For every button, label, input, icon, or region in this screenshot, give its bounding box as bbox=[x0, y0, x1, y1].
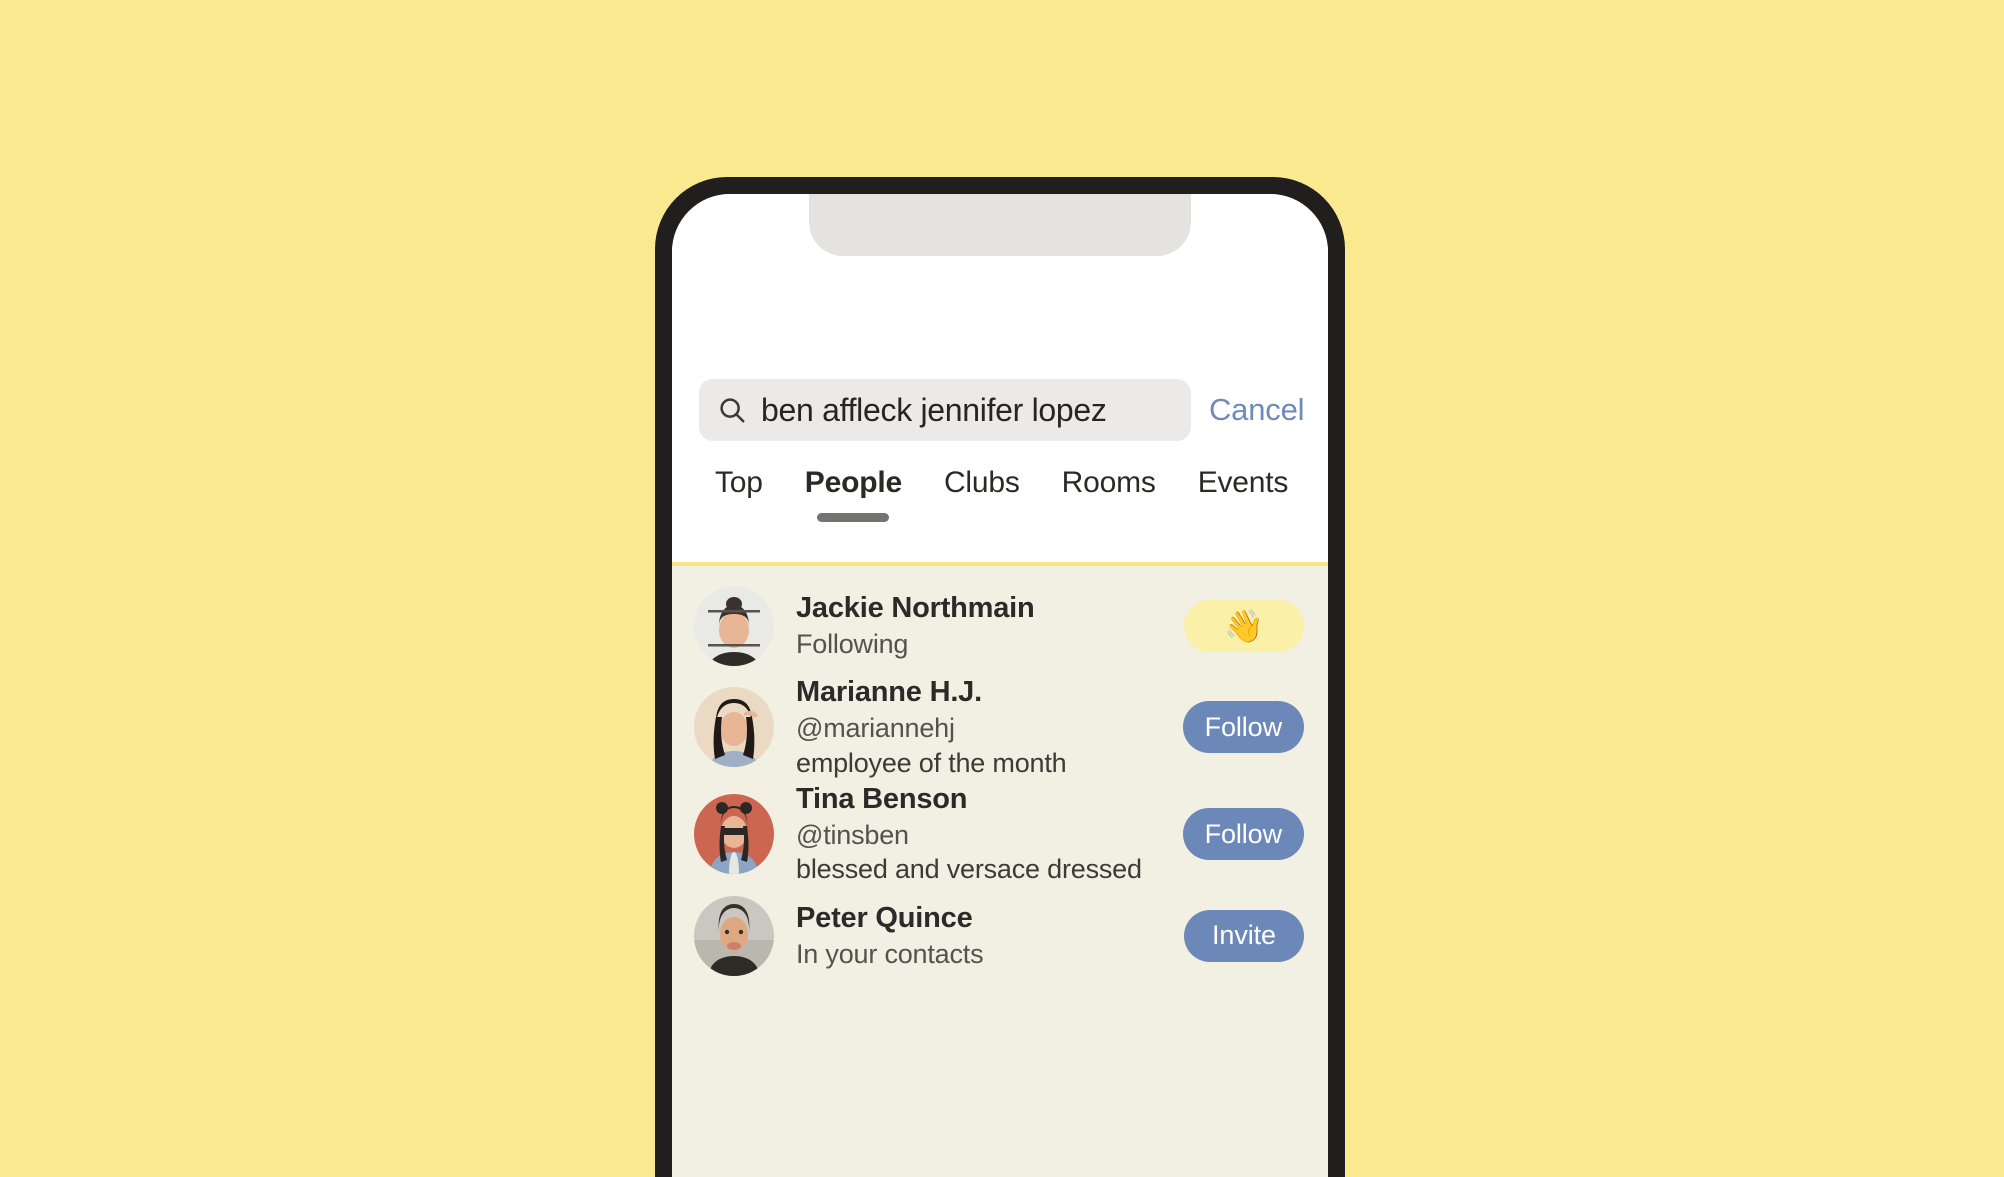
person-name: Jackie Northmain bbox=[796, 592, 1035, 625]
list-item-text: Jackie Northmain Following bbox=[796, 590, 1170, 662]
person-handle: @tinsben bbox=[796, 819, 909, 850]
phone-screen: ben affleck jennifer lopez Cancel Top Pe… bbox=[672, 194, 1328, 1177]
person-bio: employee of the month bbox=[796, 747, 1067, 778]
search-header: ben affleck jennifer lopez Cancel Top Pe… bbox=[672, 194, 1328, 566]
phone-frame: ben affleck jennifer lopez Cancel Top Pe… bbox=[655, 177, 1345, 1177]
list-item[interactable]: Marianne H.J. @mariannehj employee of th… bbox=[672, 674, 1328, 781]
tab-rooms[interactable]: Rooms bbox=[1041, 466, 1177, 522]
list-item[interactable]: Tina Benson @tinsben blessed and versace… bbox=[672, 781, 1328, 888]
avatar bbox=[694, 794, 774, 875]
tab-events[interactable]: Events bbox=[1177, 466, 1310, 522]
tab-clubs[interactable]: Clubs bbox=[923, 466, 1041, 522]
person-name: Marianne H.J. bbox=[796, 676, 982, 708]
follow-button[interactable]: Follow bbox=[1182, 808, 1304, 861]
list-item[interactable]: Peter Quince In your contacts Invite bbox=[672, 888, 1328, 984]
person-status: In your contacts bbox=[796, 938, 984, 969]
list-item-text: Peter Quince In your contacts bbox=[796, 900, 1170, 972]
person-handle: @mariannehj bbox=[796, 713, 955, 744]
avatar bbox=[694, 586, 774, 666]
row-action: 👋 bbox=[1184, 600, 1304, 652]
invite-button[interactable]: Invite bbox=[1184, 909, 1304, 962]
search-input-value: ben affleck jennifer lopez bbox=[761, 391, 1107, 428]
people-results-list: Jackie Northmain Following 👋 Marianne H.… bbox=[672, 566, 1328, 1177]
person-name: Tina Benson bbox=[796, 782, 968, 815]
search-icon bbox=[717, 395, 747, 425]
person-bio: blessed and versace dressed bbox=[796, 854, 1142, 885]
person-status: Following bbox=[796, 629, 909, 660]
avatar bbox=[694, 687, 774, 768]
row-action: Follow bbox=[1182, 701, 1304, 754]
tab-bar: Top People Clubs Rooms Events bbox=[694, 466, 1328, 522]
row-action: Follow bbox=[1182, 808, 1304, 861]
avatar bbox=[694, 895, 774, 976]
list-item[interactable]: Jackie Northmain Following 👋 bbox=[672, 578, 1328, 674]
tab-top[interactable]: Top bbox=[694, 466, 784, 522]
person-name: Peter Quince bbox=[796, 901, 973, 934]
search-row: ben affleck jennifer lopez Cancel bbox=[699, 379, 1312, 441]
search-input[interactable]: ben affleck jennifer lopez bbox=[699, 379, 1191, 441]
list-item-text: Marianne H.J. @mariannehj employee of th… bbox=[796, 674, 1169, 781]
follow-button[interactable]: Follow bbox=[1182, 701, 1304, 754]
list-item-text: Tina Benson @tinsben blessed and versace… bbox=[796, 781, 1169, 888]
cancel-button[interactable]: Cancel bbox=[1195, 392, 1304, 428]
phone-notch bbox=[809, 194, 1191, 256]
row-action: Invite bbox=[1184, 909, 1304, 962]
wave-button[interactable]: 👋 bbox=[1184, 600, 1304, 652]
tab-people[interactable]: People bbox=[784, 466, 923, 522]
